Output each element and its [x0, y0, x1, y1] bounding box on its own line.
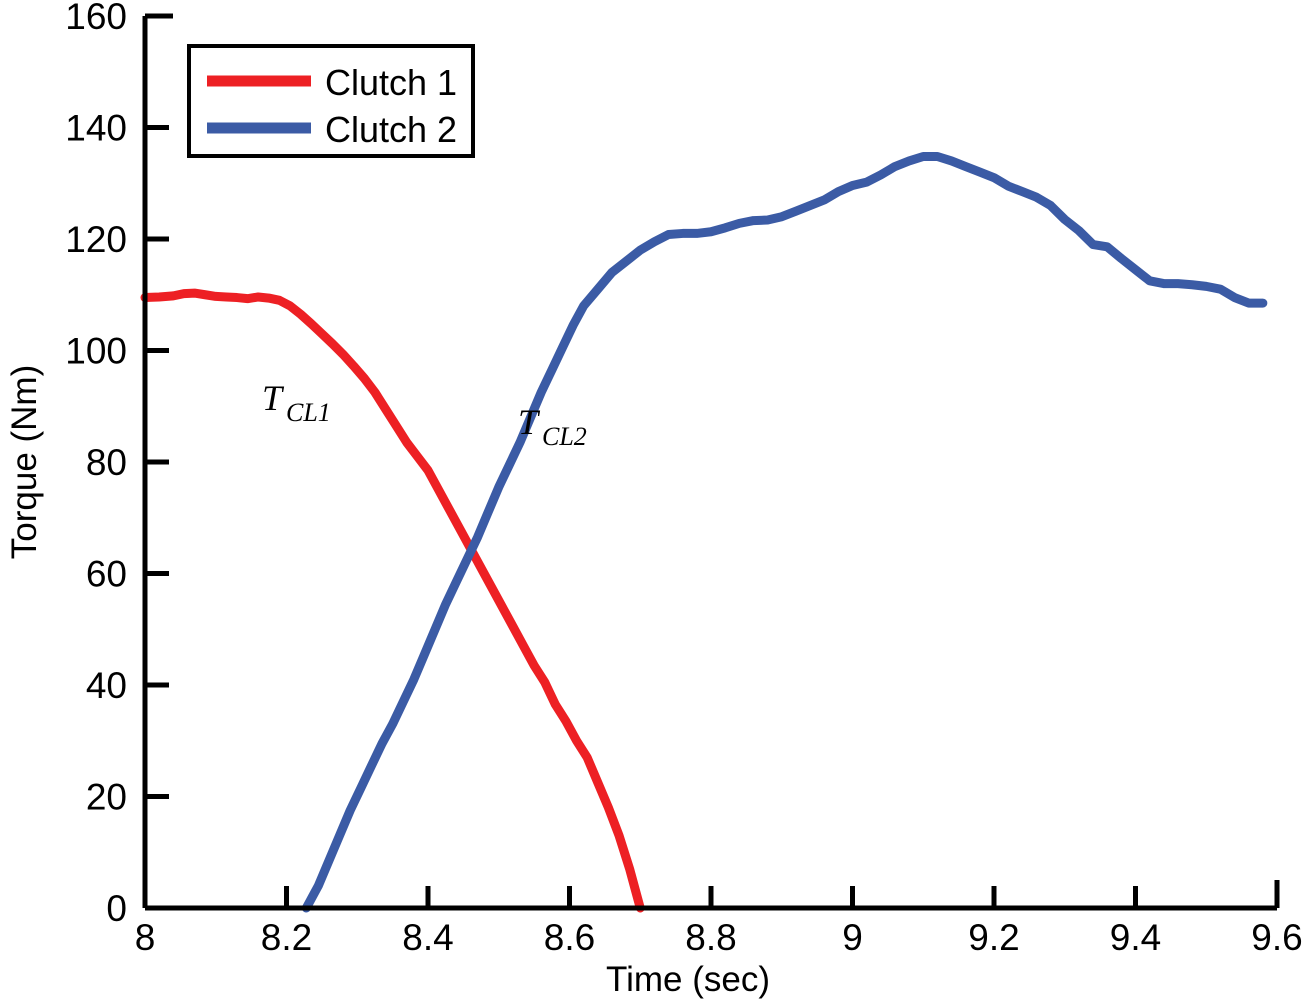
- x-tick-label: 9: [842, 917, 863, 958]
- y-tick-label: 40: [86, 665, 127, 706]
- x-axis-tick-labels: 8 8.2 8.4 8.6 8.8 9 9.2 9.4 9.6: [135, 917, 1303, 958]
- x-tick-label: 8: [135, 917, 156, 958]
- chart-figure: 8 8.2 8.4 8.6 8.8 9 9.2 9.4 9.6 0 20 40 60 80 100 120 1…: [0, 0, 1304, 1004]
- legend[interactable]: Clutch 1 Clutch 2: [187, 44, 475, 158]
- legend-label: Clutch 2: [325, 109, 457, 150]
- annotation-subscript: CL2: [542, 422, 587, 451]
- x-axis-title: Time (sec): [606, 960, 770, 999]
- x-tick-label: 8.2: [261, 917, 312, 958]
- y-tick-label: 80: [86, 442, 127, 483]
- y-tick-label: 160: [65, 0, 127, 37]
- torque-vs-time-line-chart: 8 8.2 8.4 8.6 8.8 9 9.2 9.4 9.6 0 20 40 60 80 100 120 1…: [0, 0, 1304, 1004]
- y-tick-label: 0: [106, 888, 127, 929]
- y-axis-title: Torque (Nm): [5, 365, 44, 559]
- annotation-symbol: T: [262, 378, 285, 418]
- y-tick-label: 140: [65, 108, 127, 149]
- x-tick-label: 8.4: [402, 917, 453, 958]
- annotation-subscript: CL1: [286, 398, 331, 427]
- x-tick-label: 9.4: [1110, 917, 1161, 958]
- y-tick-label: 120: [65, 219, 127, 260]
- x-tick-label: 9.2: [968, 917, 1019, 958]
- x-tick-label: 8.6: [544, 917, 595, 958]
- x-tick-label: 8.8: [685, 917, 736, 958]
- y-tick-label: 100: [65, 331, 127, 372]
- y-tick-label: 60: [86, 554, 127, 595]
- annotation-symbol: T: [518, 402, 541, 442]
- legend-label: Clutch 1: [325, 62, 457, 103]
- y-tick-label: 20: [86, 777, 127, 818]
- x-tick-label: 9.6: [1251, 917, 1302, 958]
